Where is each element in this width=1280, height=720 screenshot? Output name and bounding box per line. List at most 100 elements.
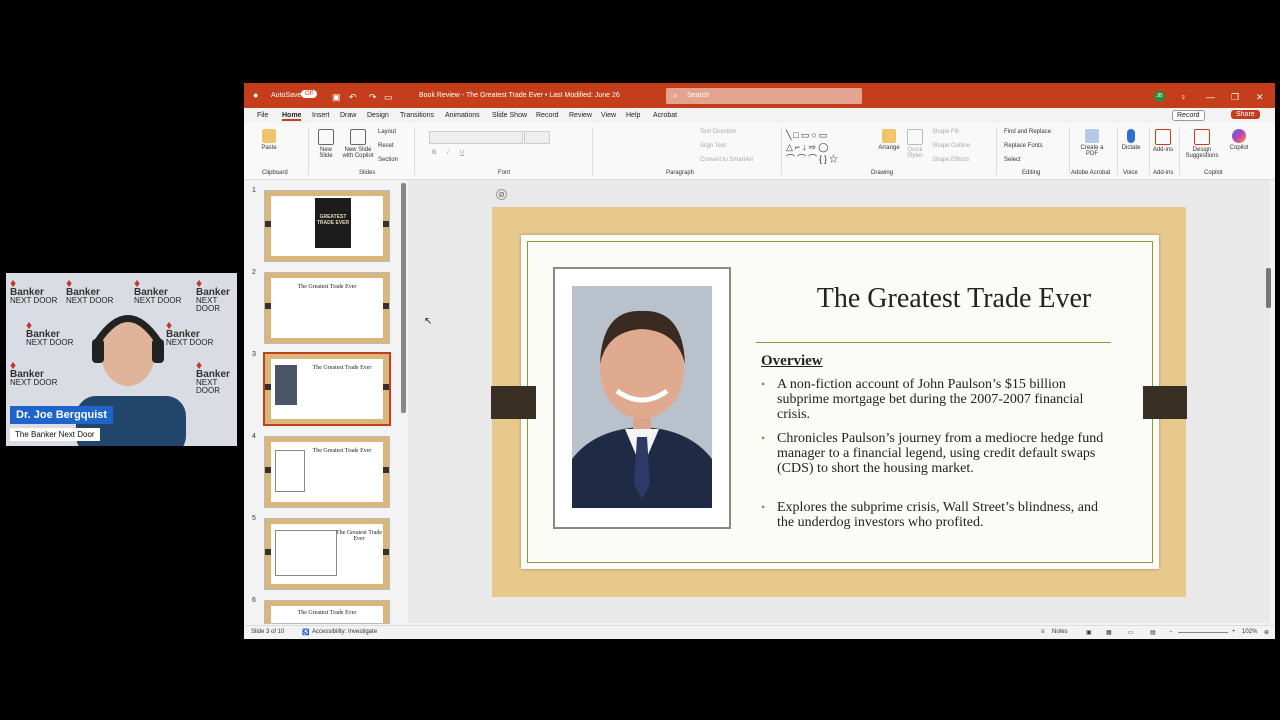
addins-button[interactable]: Add-ins [1151, 129, 1175, 153]
window-scrollbar[interactable] [1266, 268, 1271, 308]
autosave-toggle[interactable]: Off [301, 90, 317, 98]
slideshow-view-icon[interactable]: ▤ [1150, 629, 1156, 636]
design-suggestions-button[interactable]: Design Suggestions [1181, 129, 1223, 159]
fit-slide-icon[interactable]: ⊕ [1264, 629, 1269, 636]
minimize-icon[interactable]: — [1206, 92, 1215, 102]
tab-review[interactable]: Review [569, 112, 592, 119]
paste-button[interactable]: Paste [258, 129, 280, 151]
new-slide-button[interactable]: New Slide [314, 129, 338, 159]
search-icon: ⌕ [673, 91, 678, 100]
restore-icon[interactable]: ❐ [1231, 92, 1239, 103]
slide-thumbnail-panel[interactable]: 1 GREATEST TRADE EVER 2 The Greatest Tra… [244, 180, 407, 624]
quick-styles-button[interactable]: Quick Styles [904, 129, 926, 159]
accessibility-status[interactable]: Accessibility: Investigate [312, 629, 377, 635]
arrange-button[interactable]: Arrange [878, 129, 900, 151]
close-icon[interactable]: ✕ [1256, 92, 1264, 103]
zoom-in-icon[interactable]: + [1232, 629, 1236, 635]
shape-effects-button[interactable]: Shape Effects [932, 157, 969, 163]
thumbnail-title: The Greatest Trade Ever [297, 284, 357, 290]
convert-smartart-button[interactable]: Convert to SmartArt [700, 157, 753, 163]
slide-sorter-icon[interactable]: ▦ [1106, 629, 1112, 636]
bold-icon[interactable]: B [432, 150, 436, 156]
divider [781, 127, 782, 175]
tab-animations[interactable]: Animations [445, 112, 480, 119]
reset-button[interactable]: Reset [378, 143, 394, 149]
bullet-item[interactable]: • A non-fiction account of John Paulson’… [761, 377, 1111, 422]
slide-title[interactable]: The Greatest Trade Ever [764, 283, 1144, 315]
new-slide-copilot-icon [350, 129, 366, 145]
new-slide-icon [318, 129, 334, 145]
tab-home[interactable]: Home [282, 112, 302, 121]
record-button[interactable]: Record [1172, 110, 1205, 121]
zoom-out-icon[interactable]: − [1169, 629, 1173, 635]
slide-thumbnail-5[interactable]: The Greatest Trade Ever [264, 518, 390, 590]
underline-icon[interactable]: U [460, 150, 464, 156]
find-replace-button[interactable]: Find and Replace [1004, 129, 1051, 135]
replace-fonts-button[interactable]: Replace Fonts [1004, 143, 1043, 149]
group-label-copilot: Copilot [1204, 170, 1223, 176]
document-title[interactable]: Book Review - The Greatest Trade Ever • … [419, 92, 620, 99]
present-icon[interactable]: ▭ [384, 92, 393, 103]
tab-file[interactable]: File [257, 112, 268, 119]
text-direction-button[interactable]: Text Direction [700, 129, 736, 135]
thumbnail-body: The Greatest Trade Ever [271, 359, 383, 419]
font-size-select[interactable] [524, 131, 550, 144]
portrait-photo[interactable] [553, 267, 731, 529]
section-button[interactable]: Section [378, 157, 398, 163]
designer-icon[interactable]: ⊘ [496, 189, 507, 200]
microphone-icon [1127, 129, 1135, 143]
tab-insert[interactable]: Insert [312, 112, 330, 119]
notes-icon[interactable]: ≡ [1041, 629, 1045, 635]
bullet-item[interactable]: • Explores the subprime crisis, Wall Str… [761, 500, 1111, 530]
slide-thumbnail-3[interactable]: The Greatest Trade Ever [263, 352, 391, 426]
reading-view-icon[interactable]: ▭ [1128, 629, 1134, 636]
thumbnail-tab [383, 467, 389, 473]
lightbulb-icon[interactable]: ♀ [1180, 92, 1187, 102]
redo-icon[interactable]: ↷ [369, 92, 377, 103]
addins-icon [1155, 129, 1171, 145]
shape-outline-button[interactable]: Shape Outline [932, 143, 970, 149]
tab-slide-show[interactable]: Slide Show [492, 112, 527, 119]
accessibility-icon[interactable]: ♿ [302, 629, 309, 636]
group-label-font: Font [498, 170, 511, 176]
mouse-cursor-icon: ↖ [424, 316, 433, 327]
align-text-button[interactable]: Align Text [700, 143, 726, 149]
overview-heading[interactable]: Overview [761, 353, 823, 370]
layout-button[interactable]: Layout [378, 129, 396, 135]
zoom-level[interactable]: 102% [1242, 629, 1257, 635]
title-bar: ● AutoSave Off ▣ ↶ ↷ ▭ Book Review - The… [244, 83, 1275, 108]
create-pdf-button[interactable]: Create a PDF [1079, 129, 1105, 157]
tab-design[interactable]: Design [367, 112, 389, 119]
slide-thumbnail-6[interactable]: The Greatest Trade Ever [264, 600, 390, 624]
normal-view-icon[interactable]: ▣ [1086, 629, 1092, 636]
undo-icon[interactable]: ↶ [349, 92, 357, 103]
font-family-select[interactable] [429, 131, 523, 144]
bullet-item[interactable]: • Chronicles Paulson’s journey from a me… [761, 431, 1111, 476]
slide-thumbnail-4[interactable]: The Greatest Trade Ever [264, 436, 390, 508]
italic-icon[interactable]: I [447, 150, 449, 156]
thumbnail-scrollbar[interactable] [401, 183, 406, 413]
dictate-button[interactable]: Dictate [1120, 129, 1142, 151]
copilot-button[interactable]: Copilot [1226, 129, 1252, 151]
new-slide-copilot-button[interactable]: New Slide with Copilot [340, 129, 376, 159]
thumbnail-tab [265, 384, 271, 390]
tab-draw[interactable]: Draw [340, 112, 356, 119]
shapes-gallery[interactable]: ╲□▭○▭ △⌐↓⇨◯ ⌒⌒⌒{}☆ [786, 129, 866, 165]
save-icon[interactable]: ▣ [332, 92, 341, 103]
tab-view[interactable]: View [601, 112, 616, 119]
tab-transitions[interactable]: Transitions [400, 112, 434, 119]
presenter-subtitle: The Banker Next Door [10, 428, 100, 441]
slide-thumbnail-2[interactable]: The Greatest Trade Ever [264, 272, 390, 344]
share-button[interactable]: Share [1231, 110, 1260, 119]
search-box[interactable]: ⌕ Search [666, 88, 862, 104]
zoom-slider[interactable] [1178, 632, 1228, 633]
avatar[interactable]: JB [1154, 91, 1165, 102]
tab-record[interactable]: Record [536, 112, 559, 119]
select-button[interactable]: Select [1004, 157, 1021, 163]
tab-acrobat[interactable]: Acrobat [653, 112, 677, 119]
shape-fill-button[interactable]: Shape Fill [932, 129, 959, 135]
tab-help[interactable]: Help [626, 112, 640, 119]
notes-button[interactable]: Notes [1052, 629, 1068, 635]
title-rule [756, 342, 1111, 343]
slide-thumbnail-1[interactable]: GREATEST TRADE EVER [264, 190, 390, 262]
